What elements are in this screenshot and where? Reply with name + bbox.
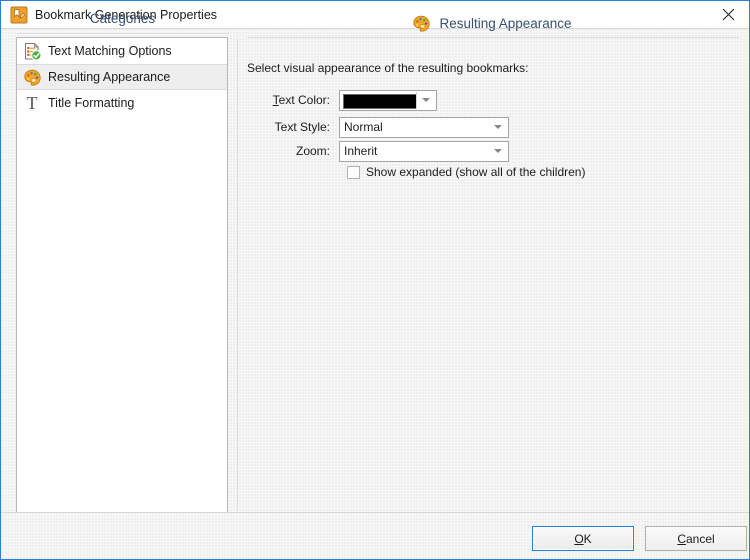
cancel-button-label: Cancel <box>677 532 714 546</box>
chevron-down-icon <box>494 149 502 153</box>
text-color-label: Text Color: <box>247 93 339 107</box>
zoom-row: Zoom: Inherit <box>247 140 509 162</box>
text-style-row: Text Style: Normal <box>247 116 509 138</box>
pane-header: Resulting Appearance <box>247 11 737 35</box>
cancel-rest: ancel <box>686 532 715 546</box>
pane-description: Select visual appearance of the resultin… <box>247 61 529 75</box>
palette-icon <box>22 67 42 87</box>
categories-list[interactable]: Text Matching Options Resulting Appearan… <box>16 37 228 513</box>
dialog-window: Bookmark Generation Properties Categorie… <box>0 0 750 560</box>
checkbox-box[interactable] <box>347 166 360 179</box>
zoom-label: Zoom: <box>247 144 339 158</box>
sidebar-item-label: Resulting Appearance <box>48 70 170 84</box>
categories-header-underline <box>17 33 229 34</box>
chevron-down-icon <box>494 125 502 129</box>
ok-button[interactable]: OK <box>532 526 634 551</box>
zoom-value: Inherit <box>340 144 377 158</box>
text-style-dropdown[interactable]: Normal <box>339 117 509 138</box>
chevron-down-icon <box>422 98 430 102</box>
cancel-button[interactable]: Cancel <box>645 526 747 551</box>
text-color-row: Text Color: <box>247 89 437 111</box>
pane-header-title: Resulting Appearance <box>439 16 571 31</box>
sidebar-item-label: Text Matching Options <box>48 44 172 58</box>
zoom-dropdown[interactable]: Inherit <box>339 141 509 162</box>
show-expanded-checkbox[interactable]: Show expanded (show all of the children) <box>347 165 585 179</box>
pane-header-underline <box>247 37 739 38</box>
ok-button-label: OK <box>574 532 591 546</box>
text-color-label-rest: ext Color: <box>279 93 330 107</box>
combo-separator <box>416 92 417 109</box>
document-check-icon <box>22 41 42 61</box>
ok-accel: O <box>574 532 583 546</box>
footer-divider <box>1 512 750 513</box>
cancel-accel: C <box>677 532 686 546</box>
palette-icon <box>412 14 431 33</box>
text-style-value: Normal <box>340 120 383 134</box>
text-format-t-icon: T <box>22 93 42 113</box>
text-color-dropdown[interactable] <box>339 90 437 111</box>
panel-divider <box>237 39 238 511</box>
sidebar-item-text-matching-options[interactable]: Text Matching Options <box>17 38 227 64</box>
sidebar-item-label: Title Formatting <box>48 96 134 110</box>
ok-rest: K <box>584 532 592 546</box>
text-style-label: Text Style: <box>247 120 339 134</box>
color-swatch <box>343 94 417 109</box>
sidebar-item-resulting-appearance[interactable]: Resulting Appearance <box>17 64 227 90</box>
show-expanded-label: Show expanded (show all of the children) <box>366 165 585 179</box>
categories-header: Categories <box>15 11 230 26</box>
sidebar-item-title-formatting[interactable]: T Title Formatting <box>17 90 227 116</box>
